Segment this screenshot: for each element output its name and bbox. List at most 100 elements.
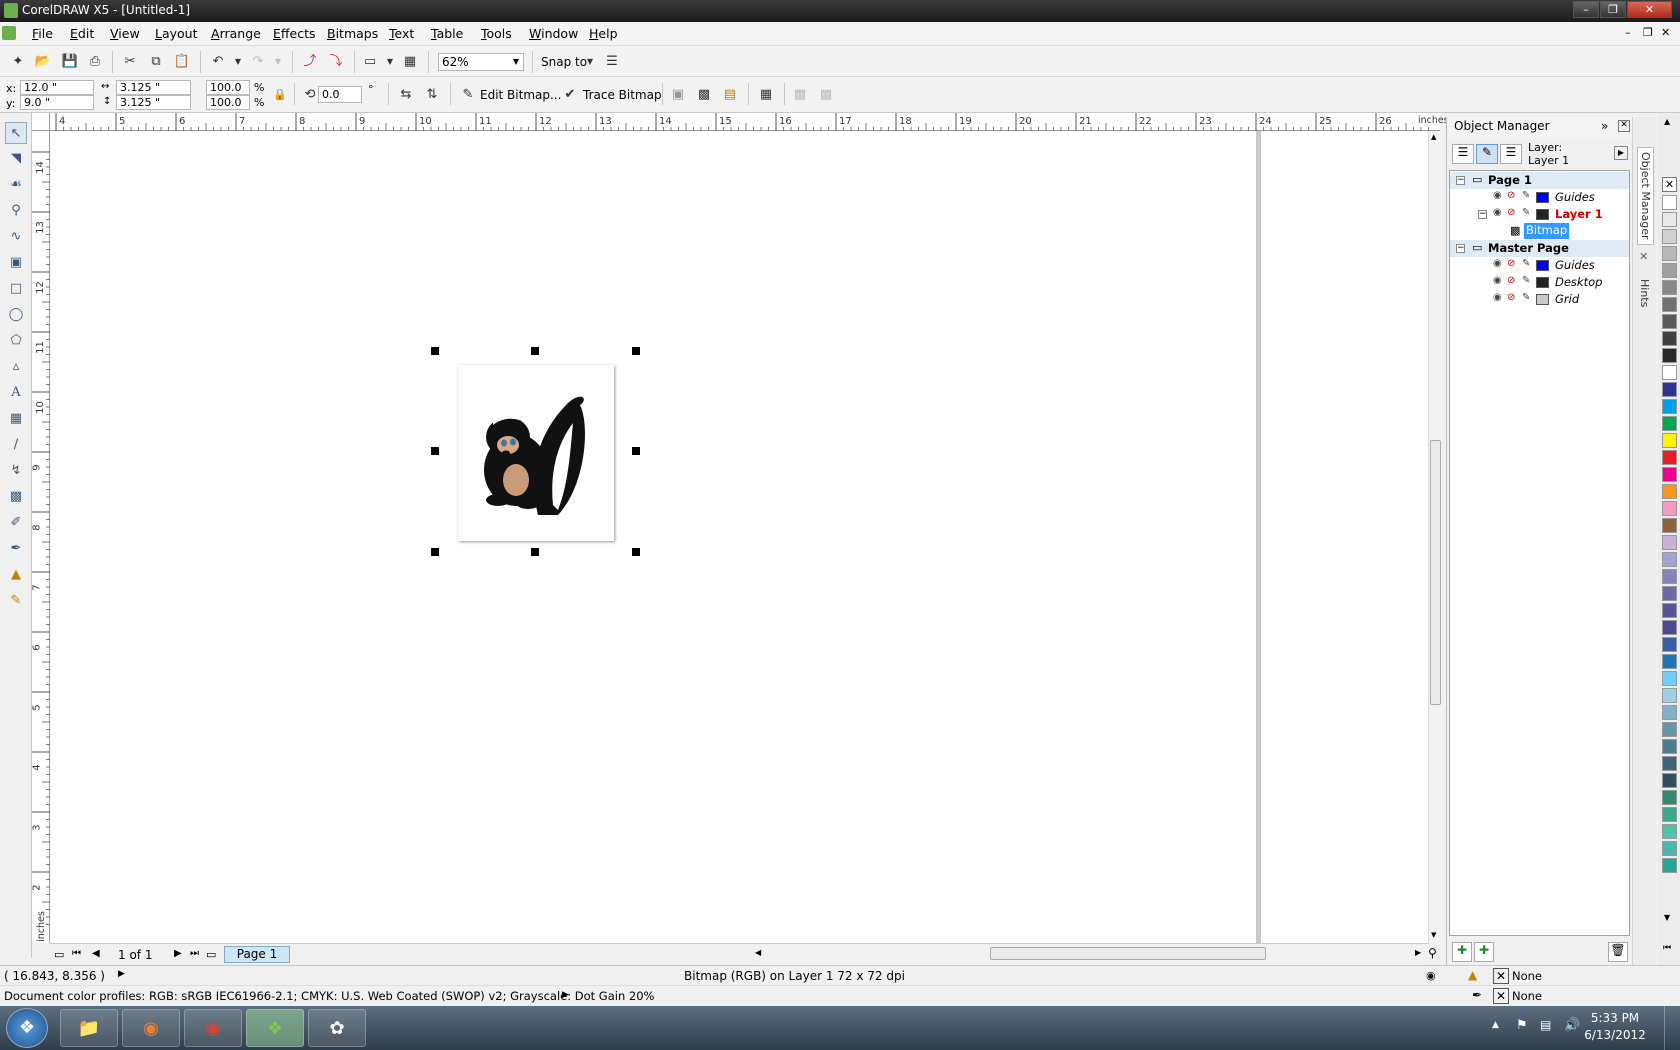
first-page-icon[interactable]: ⏮ — [72, 948, 81, 959]
profiles-expand-icon[interactable]: ▶ — [562, 990, 569, 1000]
palette-swatch[interactable] — [1662, 263, 1677, 278]
explorer-taskbar-icon[interactable]: 📁 — [60, 1009, 118, 1047]
cut-icon[interactable]: ✂ — [120, 52, 140, 72]
palette-swatch[interactable] — [1662, 603, 1677, 618]
wrap-text-icon[interactable]: ▦ — [756, 85, 776, 105]
menu-tools[interactable]: Tools — [481, 26, 512, 41]
collapse-icon[interactable]: − — [1456, 244, 1465, 253]
maximize-button[interactable]: ❐ — [1600, 1, 1626, 18]
palette-swatch[interactable] — [1662, 246, 1677, 261]
zoom-tool-icon[interactable]: ⚲ — [5, 200, 27, 222]
drawing-canvas[interactable] — [50, 131, 1428, 943]
firefox-taskbar-icon[interactable]: ◉ — [122, 1009, 180, 1047]
height-field[interactable]: 3.125 " — [116, 95, 191, 110]
table-tool-icon[interactable]: ▦ — [5, 408, 27, 430]
new-layer-icon[interactable]: ✚ — [1452, 942, 1472, 962]
bitmap-object[interactable] — [458, 365, 614, 541]
resample-icon[interactable]: ▩ — [694, 85, 714, 105]
editable-pencil-icon[interactable]: ✎ — [1522, 258, 1530, 269]
connector-tool-icon[interactable]: ↯ — [5, 460, 27, 482]
docker-expand-icon[interactable]: » — [1601, 119, 1608, 133]
docker-flyout-icon[interactable]: ▶ — [1614, 146, 1628, 160]
tab-close-icon[interactable]: ✕ — [1639, 250, 1648, 263]
visibility-eye-icon[interactable]: ◉ — [1493, 190, 1502, 201]
palette-swatch[interactable] — [1662, 348, 1677, 363]
palette-swatch[interactable] — [1662, 365, 1677, 380]
rectangle-tool-icon[interactable]: □ — [5, 278, 27, 300]
palette-swatch[interactable] — [1662, 688, 1677, 703]
delete-icon[interactable]: 🗑 — [1608, 942, 1628, 962]
horizontal-ruler[interactable]: 4 5 6 7 8 9 10 11 12 13 14 15 16 17 18 19 20 21 22 23 24 25 26… — [50, 113, 1449, 131]
scale-width-field[interactable]: 100.0 — [206, 80, 250, 95]
printable-icon[interactable]: ⊘ — [1507, 190, 1515, 201]
tray-expand-icon[interactable]: ▲ — [1492, 1020, 1499, 1030]
application-launcher-icon[interactable]: ▭ — [360, 52, 380, 72]
palette-swatch[interactable] — [1662, 705, 1677, 720]
scroll-down-icon[interactable]: ▼ — [1431, 931, 1436, 939]
dimension-tool-icon[interactable]: ∕ — [5, 434, 27, 456]
next-page-icon[interactable]: ▶ — [174, 948, 182, 959]
mirror-horizontal-icon[interactable]: ⇆ — [396, 85, 416, 105]
tree-row-layer[interactable]: ◉ ⊘ ✎ Guides — [1450, 189, 1629, 206]
system-clock[interactable]: 5:33 PM 6/13/2012 — [1570, 1010, 1660, 1044]
palette-swatch[interactable] — [1662, 501, 1677, 516]
last-page-icon[interactable]: ⏭ — [190, 948, 199, 959]
coreldraw-taskbar-icon[interactable]: ❖ — [246, 1009, 304, 1047]
show-properties-icon[interactable]: ☰ — [1452, 144, 1474, 164]
color-proof-icon[interactable]: ◉ — [1426, 969, 1436, 982]
selection-handle[interactable] — [431, 347, 439, 355]
tree-row-layer[interactable]: ◉ ⊘ ✎ Grid — [1450, 291, 1629, 308]
visibility-eye-icon[interactable]: ◉ — [1493, 275, 1502, 286]
undo-icon[interactable]: ↶ — [208, 52, 228, 72]
crop-tool-icon[interactable]: ☙ — [5, 174, 27, 196]
palette-swatch[interactable] — [1662, 331, 1677, 346]
palette-swatch[interactable] — [1662, 858, 1677, 873]
tree-row-layer[interactable]: ◉ ⊘ ✎ Guides — [1450, 257, 1629, 274]
import-icon[interactable]: ⤴ — [300, 52, 320, 72]
ruler-origin[interactable] — [32, 113, 50, 131]
to-front-icon[interactable]: ▩ — [790, 85, 810, 105]
rotation-icon[interactable]: ⟲ — [300, 85, 320, 105]
palette-swatch[interactable] — [1662, 671, 1677, 686]
palette-swatch[interactable] — [1662, 518, 1677, 533]
palette-swatch[interactable] — [1662, 229, 1677, 244]
menu-edit[interactable]: Edit — [70, 26, 94, 41]
menu-bitmaps[interactable]: Bitmaps — [327, 26, 378, 41]
tree-row-page[interactable]: − ▭ Master Page — [1450, 240, 1629, 257]
layer-color-swatch[interactable] — [1536, 294, 1549, 305]
blend-tool-icon[interactable]: ▩ — [5, 486, 27, 508]
selection-handle[interactable] — [632, 447, 640, 455]
palette-swatch[interactable] — [1662, 399, 1677, 414]
redo-icon[interactable]: ↷ — [248, 52, 268, 72]
vertical-ruler[interactable]: 14 13 12 11 10 9 8 7 6 5 4 3 2 inches — [32, 131, 50, 943]
freehand-tool-icon[interactable]: ∿ — [5, 226, 27, 248]
paint-taskbar-icon[interactable]: ✿ — [308, 1009, 366, 1047]
menu-text[interactable]: Text — [389, 26, 414, 41]
edit-across-layers-icon[interactable]: ✎ — [1476, 144, 1498, 164]
welcome-screen-icon[interactable]: ▦ — [400, 52, 420, 72]
palette-swatch[interactable] — [1662, 654, 1677, 669]
add-page-after-icon[interactable]: ▭ — [206, 948, 216, 961]
editable-pencil-icon[interactable]: ✎ — [1522, 275, 1530, 286]
editable-pencil-icon[interactable]: ✎ — [1522, 292, 1530, 303]
printable-icon[interactable]: ⊘ — [1507, 292, 1515, 303]
doc-minimize-icon[interactable]: – — [1625, 26, 1631, 39]
palette-scroll-up-icon[interactable]: ▲ — [1664, 117, 1670, 126]
palette-swatch[interactable] — [1662, 416, 1677, 431]
close-button[interactable]: ✕ — [1627, 1, 1672, 18]
palette-swatch[interactable] — [1662, 467, 1677, 482]
layer-color-swatch[interactable] — [1536, 260, 1549, 271]
action-center-flag-icon[interactable]: ⚑ — [1516, 1018, 1528, 1033]
scale-height-field[interactable]: 100.0 — [206, 95, 250, 110]
trace-bitmap-icon[interactable]: ✔ — [560, 85, 580, 105]
redo-dropdown-icon[interactable]: ▼ — [268, 52, 288, 72]
eyedropper-tool-icon[interactable]: ✐ — [5, 512, 27, 534]
tree-row-object[interactable]: ▩ Bitmap — [1450, 223, 1629, 240]
tree-row-layer-active[interactable]: − ◉ ⊘ ✎ Layer 1 — [1450, 206, 1629, 223]
tab-object-manager[interactable]: Object Manager — [1637, 147, 1654, 245]
menu-effects[interactable]: Effects — [273, 26, 316, 41]
width-field[interactable]: 3.125 " — [116, 80, 191, 95]
network-icon[interactable]: ▤ — [1540, 1018, 1551, 1032]
previous-page-icon[interactable]: ◀ — [92, 948, 100, 959]
rotation-field[interactable]: 0.0 — [318, 86, 362, 103]
